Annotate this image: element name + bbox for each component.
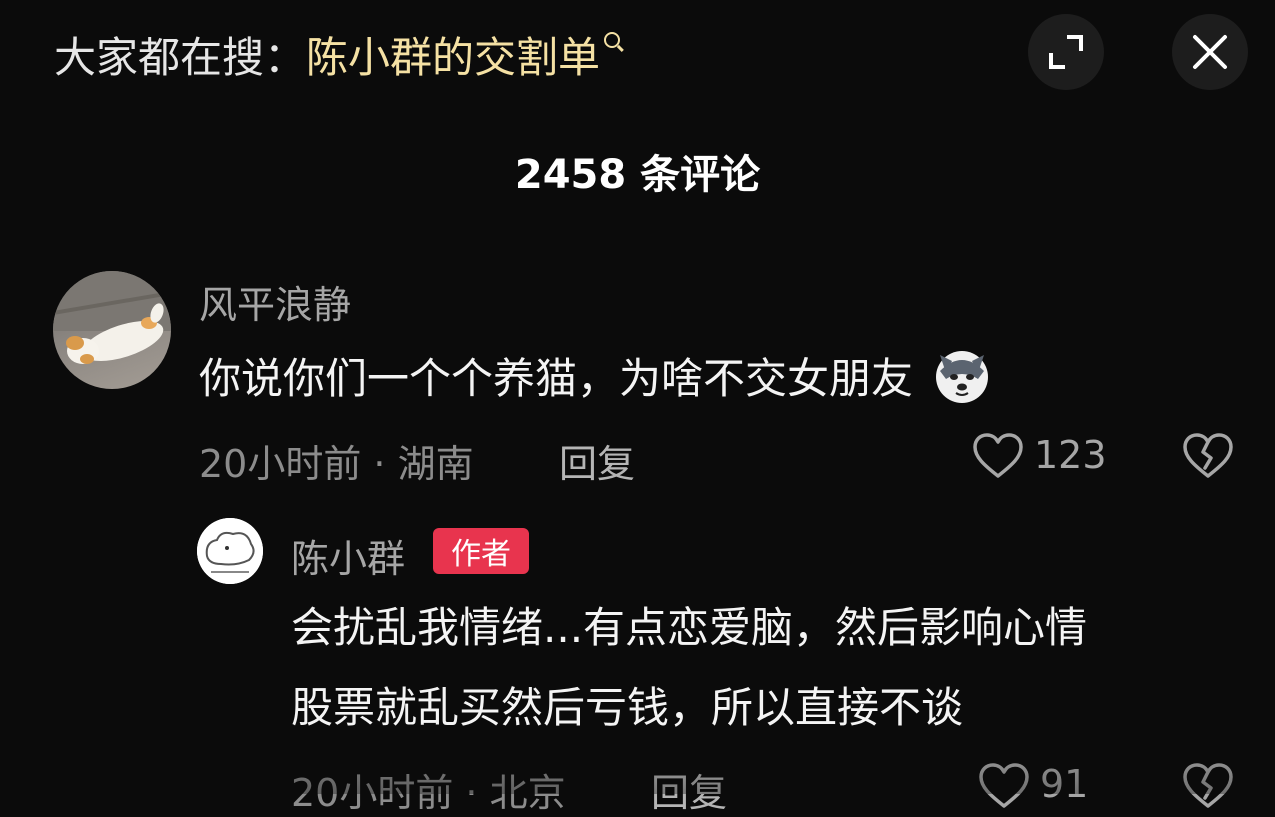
- search-suggestion-term[interactable]: 陈小群的交割单: [306, 24, 600, 85]
- dislike-button[interactable]: [1180, 760, 1236, 812]
- like-count: 91: [1040, 762, 1089, 806]
- comment-username[interactable]: 风平浪静: [199, 274, 351, 329]
- reply-button[interactable]: 回复: [651, 762, 727, 817]
- cat-avatar-image: [53, 271, 171, 364]
- heart-icon: [979, 763, 1029, 808]
- comment-text: 你说你们一个个养猫，为啥不交女朋友: [199, 339, 992, 419]
- reply-meta: 20小时前 · 北京: [291, 771, 566, 815]
- expand-icon: [1049, 35, 1083, 69]
- close-button[interactable]: [1172, 14, 1248, 90]
- broken-heart-icon: [1183, 433, 1233, 478]
- search-suggestion[interactable]: 大家都在搜： 陈小群的交割单: [54, 24, 621, 85]
- dislike-button[interactable]: [1180, 430, 1236, 482]
- comments-count-title: 2458 条评论: [514, 152, 761, 198]
- reply-text-line-2: 股票就乱买然后亏钱，所以直接不谈: [291, 683, 964, 732]
- search-suggestion-prefix: 大家都在搜：: [54, 32, 307, 82]
- expand-button[interactable]: [1028, 14, 1104, 90]
- husky-emoji-icon: [932, 345, 992, 405]
- comment-meta: 20小时前 · 湖南: [199, 442, 474, 486]
- search-icon: [604, 32, 621, 48]
- avatar[interactable]: [53, 271, 171, 389]
- reply-button[interactable]: 回复: [559, 433, 635, 488]
- reply-username[interactable]: 陈小群: [291, 528, 405, 583]
- author-badge: 作者: [433, 528, 529, 574]
- close-icon: [1193, 35, 1227, 69]
- author-avatar-image: [197, 518, 263, 584]
- like-count: 123: [1034, 433, 1107, 477]
- heart-icon: [973, 433, 1023, 478]
- reply-text-line-1: 会扰乱我情绪...有点恋爱脑，然后影响心情: [291, 603, 1088, 652]
- comment-text-content: 你说你们一个个养猫，为啥不交女朋友: [199, 354, 914, 403]
- like-button[interactable]: [970, 430, 1026, 482]
- broken-heart-icon: [1183, 763, 1233, 808]
- like-button[interactable]: [976, 760, 1032, 812]
- avatar[interactable]: [197, 518, 263, 584]
